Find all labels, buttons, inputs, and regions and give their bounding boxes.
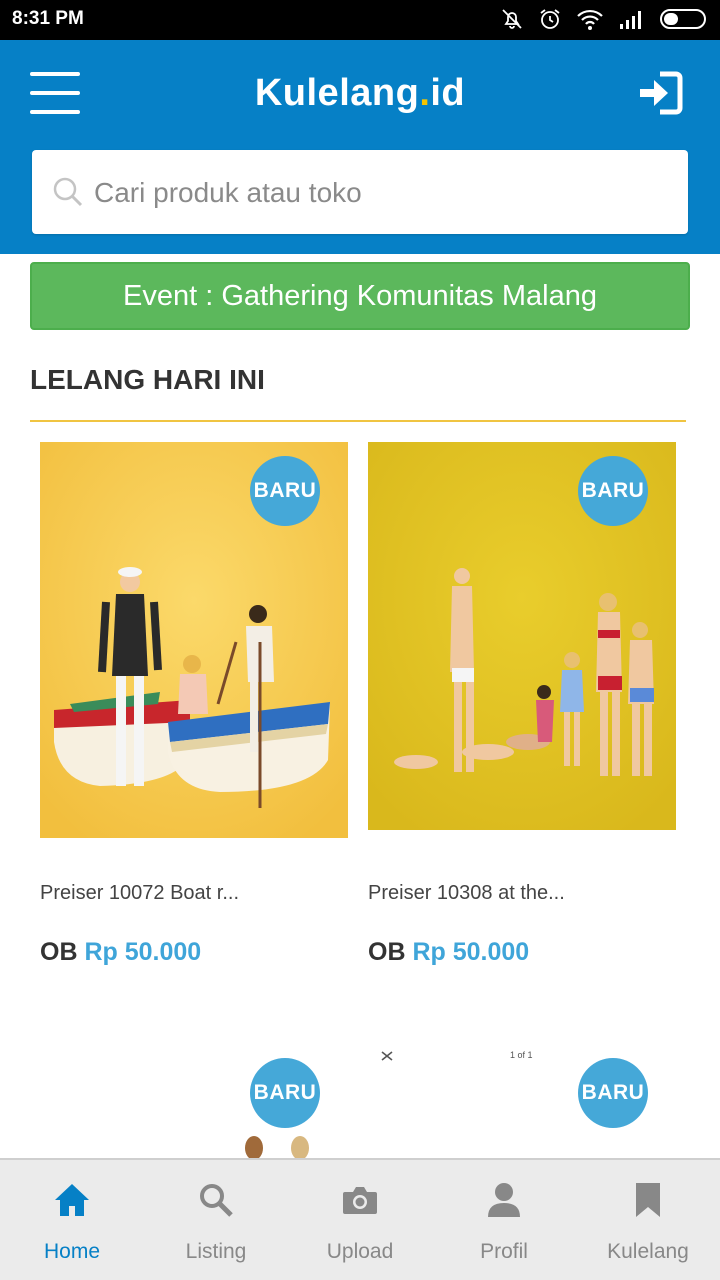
bottom-navigation: Home Listing Upload Profil Kulelang: [0, 1158, 720, 1280]
app-header: Kulelang.id: [0, 40, 720, 254]
search-icon: [200, 1184, 233, 1217]
logo-main: Kulelang: [254, 72, 420, 114]
home-icon: [55, 1184, 89, 1216]
new-badge: BARU: [578, 456, 648, 526]
product-name[interactable]: Preiser 10308 at the...: [368, 882, 565, 905]
user-icon: [488, 1183, 520, 1217]
image-page-text: 1 of 1: [510, 1050, 533, 1060]
section-title: LELANG HARI INI: [30, 364, 265, 395]
bookmark-icon: [636, 1183, 660, 1217]
mute-icon: [502, 9, 522, 29]
status-bar: 8:31 PM: [0, 0, 720, 40]
logo-suffix: id: [430, 72, 466, 114]
search-box: [32, 150, 688, 236]
product-image[interactable]: BARU: [40, 1044, 348, 1158]
camera-icon: [343, 1187, 377, 1214]
nav-listing[interactable]: Listing: [144, 1160, 288, 1280]
login-icon: [640, 71, 683, 115]
product-image[interactable]: BARU: [368, 442, 676, 830]
battery-icon: [660, 9, 706, 29]
product-card[interactable]: BARU Preiser 10308 at the... OB Rp 50.00…: [368, 442, 676, 982]
nav-upload-label: Upload: [326, 1240, 394, 1263]
nav-home-label: Home: [43, 1240, 101, 1263]
nav-upload[interactable]: Upload: [288, 1160, 432, 1280]
price-value: Rp 50.000: [84, 938, 202, 966]
logo-dot: .: [419, 72, 431, 114]
price-prefix: OB: [40, 938, 78, 966]
product-card[interactable]: BARU Preiser 10072 Boat r... OB Rp 50.00…: [40, 442, 348, 982]
wifi-icon: [577, 9, 603, 30]
new-badge: BARU: [250, 1058, 320, 1128]
signal-icon: [620, 11, 641, 29]
nav-kulelang[interactable]: Kulelang: [576, 1160, 720, 1280]
price-value: Rp 50.000: [412, 938, 530, 966]
nav-listing-label: Listing: [185, 1240, 247, 1263]
product-name[interactable]: Preiser 10072 Boat r...: [40, 882, 239, 905]
product-image[interactable]: BARU: [40, 442, 348, 838]
nav-profil-label: Profil: [480, 1240, 528, 1263]
nav-home[interactable]: Home: [0, 1160, 144, 1280]
product-card[interactable]: BARU: [40, 1044, 348, 1158]
event-banner[interactable]: Event : Gathering Komunitas Malang: [30, 262, 690, 330]
search-input[interactable]: [92, 150, 676, 236]
app-logo[interactable]: Kulelang.id: [0, 72, 720, 115]
event-banner-label: Event : Gathering Komunitas Malang: [123, 279, 597, 312]
login-button[interactable]: [636, 68, 686, 118]
price-prefix: OB: [368, 938, 406, 966]
status-icons: [500, 7, 710, 31]
product-price: OB Rp 50.000: [40, 938, 201, 967]
nav-kulelang-label: Kulelang: [607, 1240, 689, 1263]
alarm-icon: [540, 9, 560, 29]
nav-profil[interactable]: Profil: [432, 1160, 576, 1280]
new-badge: BARU: [578, 1058, 648, 1128]
product-image[interactable]: 1 of 1 BARU: [368, 1044, 676, 1158]
product-card[interactable]: 1 of 1 BARU: [368, 1044, 676, 1158]
product-price: OB Rp 50.000: [368, 938, 529, 967]
search-icon: [53, 177, 83, 207]
new-badge: BARU: [250, 456, 320, 526]
section-divider: [30, 420, 686, 422]
status-time: 8:31 PM: [12, 8, 84, 29]
